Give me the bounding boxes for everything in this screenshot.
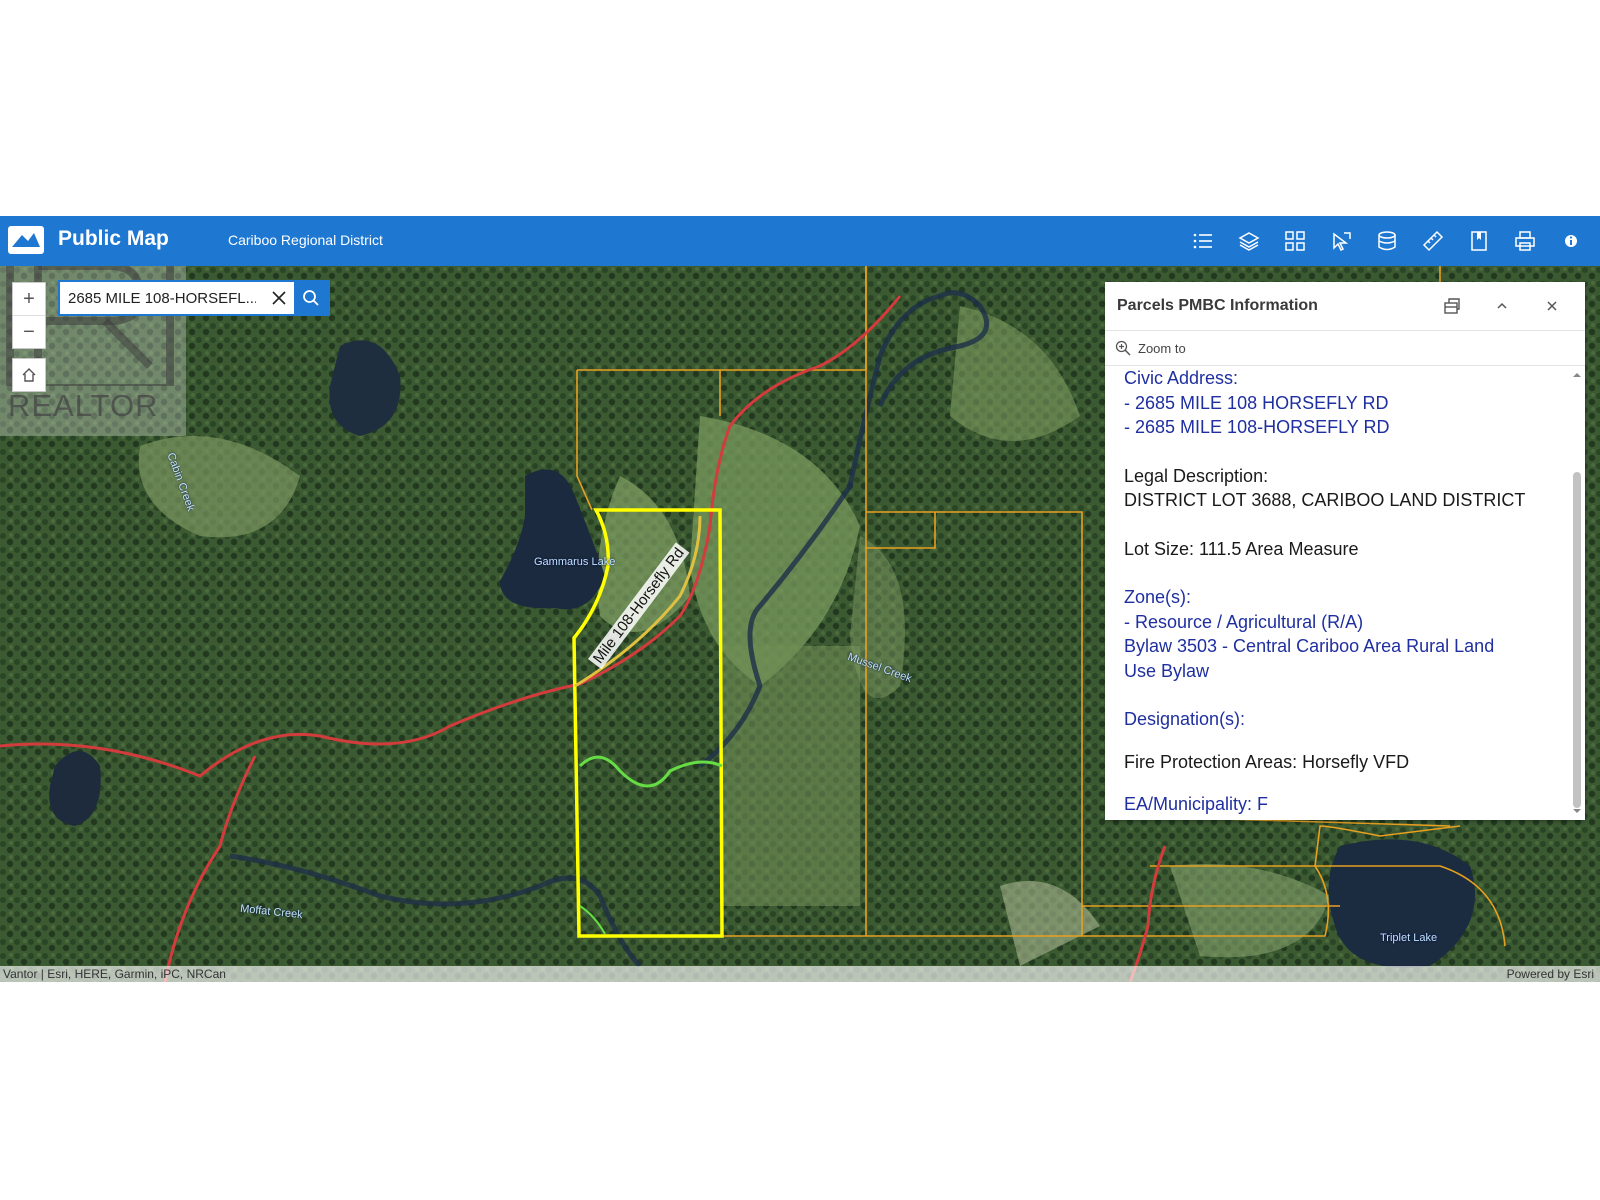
map-app: Gammarus Lake Mussel Creek Moffat Creek … <box>0 216 1600 982</box>
attribution-text: Vantor | Esri, HERE, Garmin, iPC, NRCan <box>3 967 226 981</box>
legal-label: Legal Description: <box>1124 465 1269 486</box>
fire-protection: Fire Protection Areas: Horsefly VFD <box>1124 751 1410 772</box>
bookmark-icon[interactable] <box>1456 216 1502 266</box>
lot-size: Lot Size: 111.5 Area Measure <box>1124 538 1359 559</box>
dock-icon[interactable] <box>1427 292 1477 320</box>
zoom-to-label: Zoom to <box>1138 341 1186 356</box>
close-popup-icon[interactable] <box>1527 292 1577 320</box>
legal-value: DISTRICT LOT 3688, CARIBOO LAND DISTRICT <box>1124 490 1526 510</box>
data-icon[interactable] <box>1364 216 1410 266</box>
home-button[interactable] <box>12 358 46 392</box>
home-icon <box>22 368 36 382</box>
toolbar <box>1180 216 1594 266</box>
measure-icon[interactable] <box>1410 216 1456 266</box>
zoom-in-icon <box>1115 340 1131 356</box>
zoom-out-button[interactable]: − <box>13 316 45 348</box>
info-popup: Parcels PMBC Information Zoom to Civic A… <box>1105 282 1585 820</box>
layers-icon[interactable] <box>1226 216 1272 266</box>
header-bar: Public Map Cariboo Regional District <box>0 216 1600 266</box>
lake-label-triplet: Triplet Lake <box>1380 932 1438 944</box>
close-icon <box>272 291 286 305</box>
watermark-text: REALTOR <box>8 388 159 423</box>
powered-by[interactable]: Powered by Esri <box>1507 967 1594 981</box>
list-icon[interactable] <box>1180 216 1226 266</box>
zoom-to-action[interactable]: Zoom to <box>1105 331 1585 366</box>
zone-item-3: Use Bylaw <box>1124 660 1210 681</box>
search-widget <box>58 280 330 316</box>
zone-label: Zone(s): <box>1124 587 1192 607</box>
zoom-control: + − <box>12 282 46 349</box>
basemap-gallery-icon[interactable] <box>1272 216 1318 266</box>
search-icon <box>303 290 319 306</box>
select-icon[interactable] <box>1318 216 1364 266</box>
info-icon[interactable] <box>1548 216 1594 266</box>
org-name: Cariboo Regional District <box>228 232 383 248</box>
search-input[interactable] <box>60 282 264 314</box>
civic-address-2: - 2685 MILE 108-HORSEFLY RD <box>1124 417 1390 437</box>
collapse-icon[interactable] <box>1477 292 1527 320</box>
scrollbar-thumb[interactable] <box>1573 472 1581 808</box>
zone-item-1: - Resource / Agricultural (R/A) <box>1124 611 1364 632</box>
print-icon[interactable] <box>1502 216 1548 266</box>
zone-item-2: Bylaw 3503 - Central Cariboo Area Rural … <box>1124 636 1495 656</box>
popup-content: Civic Address: - 2685 MILE 108 HORSEFLY … <box>1105 366 1569 820</box>
district-logo <box>8 226 44 254</box>
attribution-bar: Vantor | Esri, HERE, Garmin, iPC, NRCan … <box>0 966 1600 982</box>
app-title: Public Map <box>58 227 169 250</box>
civic-address-1: - 2685 MILE 108 HORSEFLY RD <box>1124 392 1389 413</box>
clear-search-button[interactable] <box>264 282 294 314</box>
designation-label: Designation(s): <box>1124 709 1246 729</box>
search-button[interactable] <box>294 282 328 314</box>
popup-header: Parcels PMBC Information <box>1105 282 1585 331</box>
civic-label: Civic Address: <box>1124 368 1239 388</box>
zoom-in-button[interactable]: + <box>13 283 45 316</box>
lake-label-gammarus: Gammarus Lake <box>534 556 616 568</box>
popup-title: Parcels PMBC Information <box>1117 297 1318 314</box>
ea-municipality: EA/Municipality: F <box>1124 794 1269 814</box>
